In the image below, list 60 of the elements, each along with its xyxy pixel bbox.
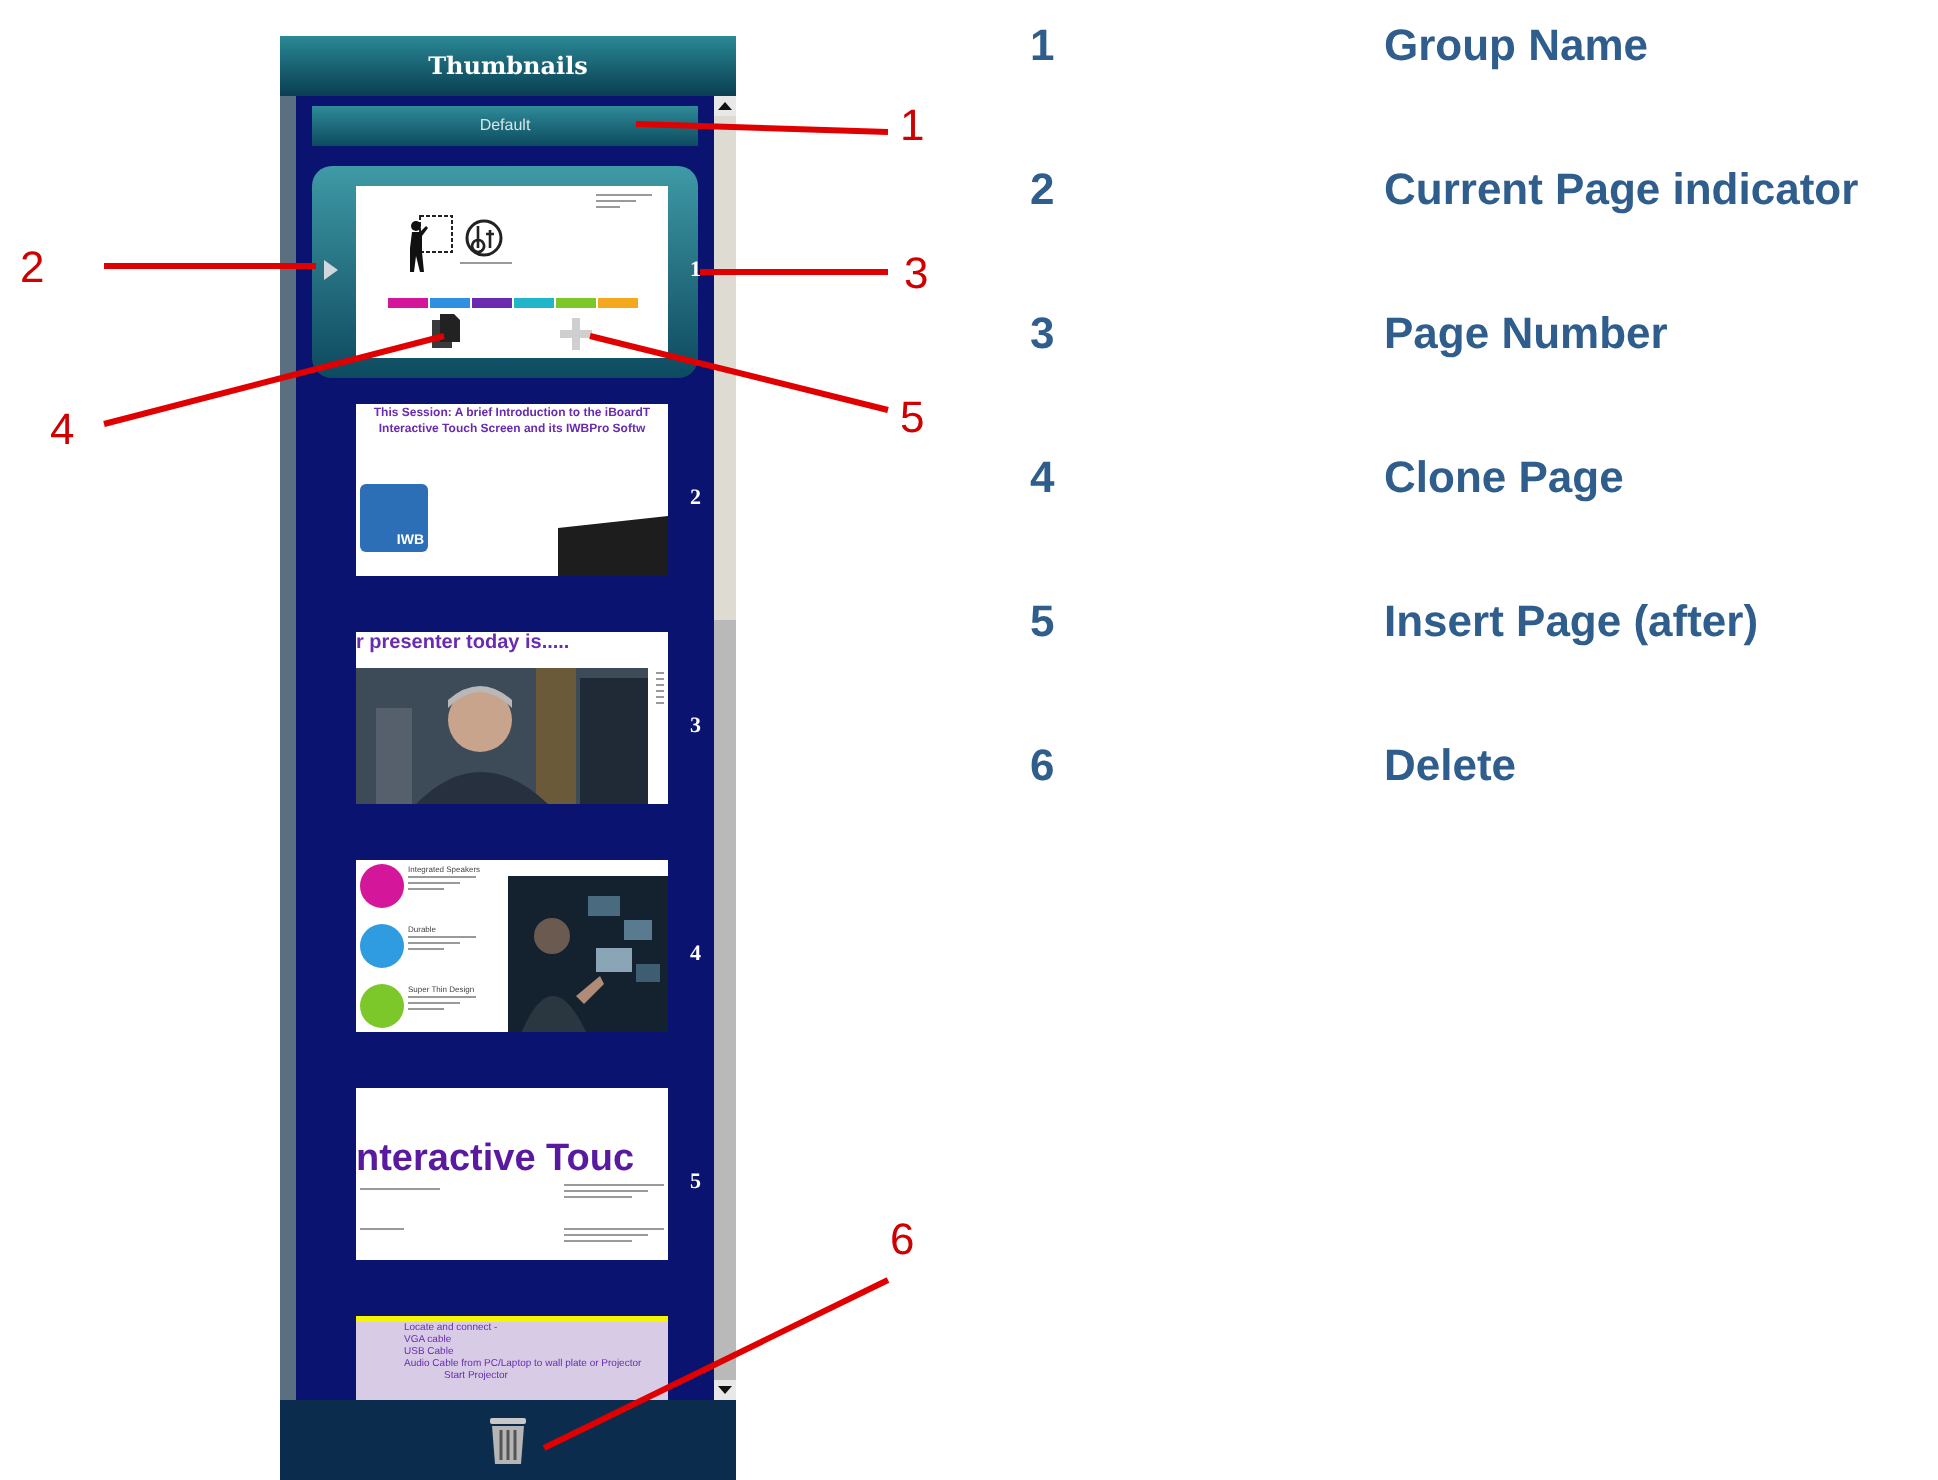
feature-icon	[360, 924, 404, 968]
text-line	[564, 1196, 632, 1198]
legend-label: Clone Page	[1384, 450, 1624, 506]
legend-label: Current Page indicator	[1384, 162, 1859, 218]
callout-number: 2	[20, 242, 45, 294]
scrollbar-thumb[interactable]	[714, 116, 736, 620]
feature-icon	[360, 984, 404, 1028]
text-line	[408, 1008, 444, 1010]
text-line	[408, 996, 476, 998]
legend-number: 5	[1030, 594, 1057, 650]
scroll-down-icon[interactable]	[714, 1380, 736, 1400]
page-number: 1	[690, 256, 701, 286]
text-line	[408, 942, 460, 944]
text-line	[564, 1184, 664, 1186]
legend-number: 4	[1030, 450, 1057, 506]
text-line	[596, 206, 620, 208]
text-line	[596, 194, 652, 196]
panel-title: Thumbnails	[428, 50, 588, 84]
legend-number: 3	[1030, 306, 1057, 362]
page-number: 4	[690, 940, 701, 970]
callout-number: 5	[900, 392, 925, 444]
legend-label: Group Name	[1384, 18, 1649, 74]
text-line	[408, 882, 460, 884]
legend-label: Delete	[1384, 738, 1517, 794]
callout-number: 4	[50, 404, 75, 456]
text-line	[408, 948, 444, 950]
text-line	[564, 1190, 648, 1192]
slide-title-line: nteractive Touc	[356, 1140, 635, 1180]
page-number: 3	[690, 712, 701, 742]
group-name-bar[interactable]: Default	[312, 106, 698, 146]
slide-title-line: r presenter today is.....	[356, 632, 572, 656]
logo-icon	[464, 218, 504, 258]
text-line	[564, 1234, 648, 1236]
legend-number: 1	[1030, 18, 1057, 74]
callout-number: 3	[904, 248, 929, 300]
scroll-up-icon[interactable]	[714, 96, 736, 116]
legend-label: Page Number	[1384, 306, 1668, 362]
text-line	[564, 1228, 664, 1230]
page-number: 5	[690, 1168, 701, 1198]
feature-icon	[360, 864, 404, 908]
page-number: 2	[690, 484, 701, 514]
text-line	[360, 1228, 404, 1230]
callout-number: 6	[890, 1214, 915, 1266]
callout-number: 1	[900, 100, 925, 152]
legend-number: 2	[1030, 162, 1057, 218]
text-line	[360, 1188, 440, 1190]
presenter-drawing	[404, 214, 456, 274]
text-line	[564, 1240, 632, 1242]
text-line	[408, 1002, 460, 1004]
text-line	[596, 200, 636, 202]
delete-icon[interactable]	[488, 1414, 528, 1466]
text-line	[408, 876, 476, 878]
current-page-indicator-icon	[324, 260, 338, 280]
text-line	[408, 888, 444, 890]
legend-label: Insert Page (after)	[1384, 594, 1759, 650]
text-line	[408, 936, 476, 938]
page-thumbnail[interactable]: 1	[312, 166, 698, 378]
text-line	[460, 262, 512, 264]
clone-page-icon[interactable]	[432, 314, 460, 348]
legend-number: 6	[1030, 738, 1057, 794]
